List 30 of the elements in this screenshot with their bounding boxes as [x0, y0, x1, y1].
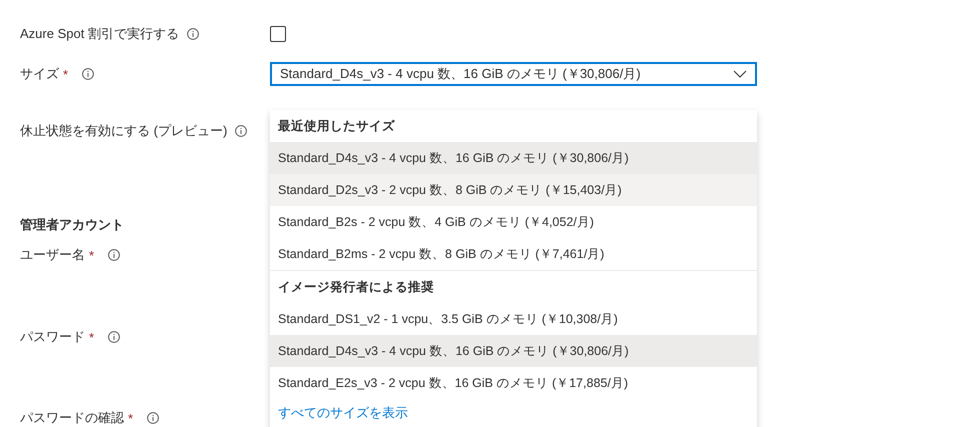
info-icon[interactable] [186, 28, 199, 40]
dropdown-option[interactable]: Standard_D2s_v3 - 2 vcpu 数、8 GiB のメモリ (￥15,403/月) [270, 174, 757, 206]
size-dropdown[interactable]: Standard_D4s_v3 - 4 vcpu 数、16 GiB のメモリ (￥30,806/月) [270, 62, 757, 86]
field-label: サイズ [20, 65, 59, 83]
dropdown-option[interactable]: Standard_D4s_v3 - 4 vcpu 数、16 GiB のメモリ (￥30,806/月) [270, 335, 757, 367]
dropdown-option[interactable]: Standard_B2s - 2 vcpu 数、4 GiB のメモリ (￥4,052/月) [270, 206, 757, 238]
section-heading: 管理者アカウント [20, 216, 124, 234]
field-label: Azure Spot 割引で実行する [20, 25, 179, 43]
field-label: パスワード [20, 328, 85, 346]
required-asterisk: * [63, 66, 68, 82]
info-icon[interactable] [108, 249, 120, 261]
dropdown-option[interactable]: Standard_E2s_v3 - 2 vcpu 数、16 GiB のメモリ (￥17,885/月) [270, 367, 757, 399]
field-label: パスワードの確認 [20, 409, 124, 427]
chevron-down-icon [733, 70, 747, 78]
show-all-sizes-link[interactable]: すべてのサイズを表示 [278, 401, 408, 425]
dropdown-option[interactable]: Standard_D4s_v3 - 4 vcpu 数、16 GiB のメモリ (￥30,806/月) [270, 142, 757, 174]
required-asterisk: * [128, 410, 134, 426]
dropdown-option[interactable]: Standard_B2ms - 2 vcpu 数、8 GiB のメモリ (￥7,461/月) [270, 238, 757, 270]
group-heading: イメージ発行者による推奨 [277, 279, 435, 296]
info-icon[interactable] [108, 331, 120, 343]
info-icon[interactable] [82, 68, 94, 80]
field-label: 休止状態を有効にする (プレビュー) [20, 122, 228, 140]
required-asterisk: * [89, 330, 94, 344]
group-heading: 最近使用したサイズ [277, 118, 396, 135]
required-asterisk: * [89, 248, 94, 262]
info-icon[interactable] [235, 125, 248, 137]
info-icon[interactable] [147, 412, 160, 424]
dropdown-option[interactable]: Standard_DS1_v2 - 1 vcpu、3.5 GiB のメモリ (￥10,308/月) [270, 303, 757, 335]
field-label: ユーザー名 [20, 246, 85, 264]
checkbox[interactable] [270, 26, 286, 42]
